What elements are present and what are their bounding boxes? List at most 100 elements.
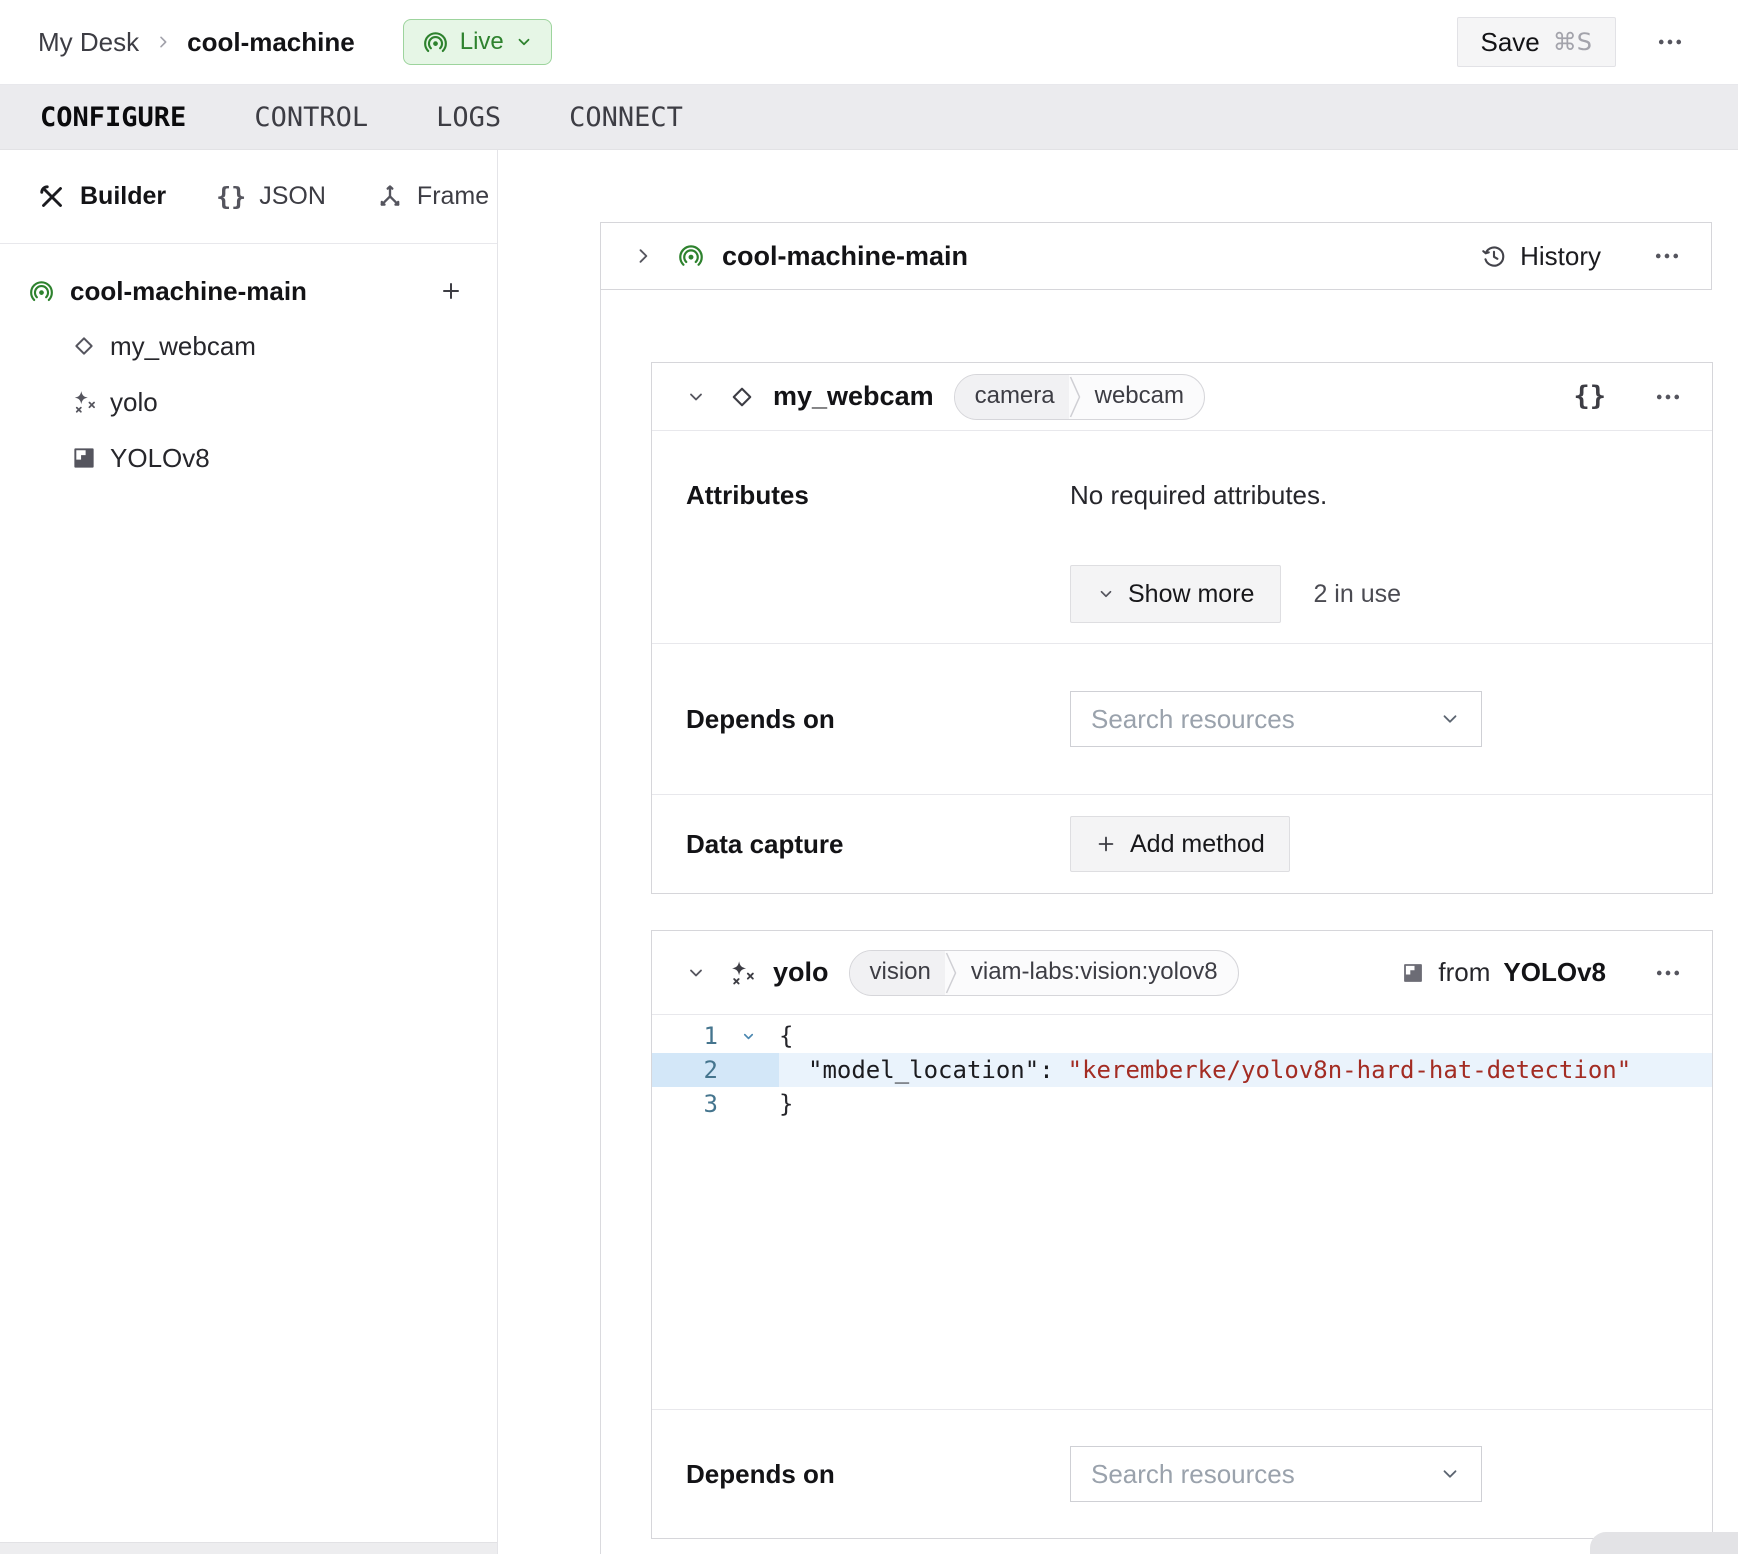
header-menu-button[interactable] [1652, 24, 1688, 60]
part-title: cool-machine-main [722, 241, 968, 272]
fold-toggle-icon[interactable] [718, 1029, 779, 1044]
config-main-panel: cool-machine-main History [498, 150, 1738, 1554]
save-button[interactable]: Save ⌘S [1457, 17, 1617, 67]
select-placeholder: Search resources [1091, 1459, 1295, 1490]
add-resource-button[interactable] [435, 275, 467, 307]
data-capture-label: Data capture [686, 828, 1070, 860]
view-tab-builder[interactable]: Builder [37, 182, 166, 212]
from-module-name: YOLOv8 [1503, 957, 1606, 988]
json-key: "model_location": [808, 1056, 1054, 1084]
ellipsis-icon [1653, 242, 1681, 270]
depends-on-section: Depends on Search resources [652, 1409, 1712, 1538]
chevron-down-icon [1439, 708, 1461, 730]
history-label: History [1520, 241, 1601, 272]
chevron-down-icon [1097, 585, 1115, 603]
data-capture-section: Data capture Add method [652, 794, 1712, 893]
breadcrumb-location-link[interactable]: My Desk [38, 27, 139, 58]
view-tab-label: Builder [80, 182, 166, 211]
machine-name: cool-machine [187, 27, 355, 58]
tree-item-label: YOLOv8 [110, 443, 210, 474]
history-button[interactable]: History [1480, 241, 1601, 272]
tab-connect[interactable]: CONNECT [569, 98, 683, 137]
view-tab-json[interactable]: {} JSON [216, 182, 326, 211]
viam-configure-page: My Desk cool-machine Live Save ⌘S [0, 0, 1738, 1554]
code-line-2-active: 2 "model_location":"keremberke/yolov8n-h… [652, 1053, 1712, 1087]
tree-item-label: my_webcam [110, 331, 256, 362]
depends-on-select[interactable]: Search resources [1070, 1446, 1482, 1502]
resource-type-tag: camera [955, 375, 1069, 419]
resource-name: yolo [773, 957, 829, 988]
tab-control[interactable]: CONTROL [254, 98, 368, 137]
config-view-switcher: Builder {} JSON Frame [0, 150, 497, 244]
add-method-button[interactable]: Add method [1070, 816, 1290, 872]
part-collapse-toggle[interactable] [633, 246, 653, 266]
line-number: 2 [652, 1056, 718, 1084]
card-collapse-toggle[interactable] [686, 963, 706, 983]
code-line-3: 3 } [652, 1087, 1712, 1121]
tree-item-my-webcam[interactable]: my_webcam [0, 318, 497, 374]
tab-configure[interactable]: CONFIGURE [40, 98, 186, 137]
chevron-down-icon [686, 387, 706, 407]
depends-on-select[interactable]: Search resources [1070, 691, 1482, 747]
attributes-usage-count: 2 in use [1313, 580, 1401, 609]
chevron-down-icon [515, 33, 533, 51]
machine-status-badge[interactable]: Live [403, 19, 552, 65]
module-icon [1401, 961, 1425, 985]
module-icon [71, 445, 97, 471]
chevron-right-icon [633, 246, 653, 266]
sidebar-bottom-scrollbar[interactable] [0, 1542, 497, 1554]
braces-icon: {} [216, 182, 246, 211]
sparkles-icon [728, 959, 756, 987]
tab-logs[interactable]: LOGS [436, 98, 501, 137]
live-broadcast-icon [28, 278, 55, 305]
depends-on-label: Depends on [686, 703, 1070, 735]
part-header-card: cool-machine-main History [600, 222, 1712, 290]
resource-model-tag: viam-labs:vision:yolov8 [957, 951, 1238, 995]
attributes-json-editor[interactable]: 1 { 2 "model_lo [652, 1015, 1712, 1409]
resource-type-pill: vision viam-labs:vision:yolov8 [849, 950, 1239, 996]
attributes-empty-text: No required attributes. [1070, 479, 1401, 511]
resource-card-my-webcam: my_webcam camera webcam {} [651, 362, 1713, 894]
component-diamond-icon [71, 333, 97, 359]
resource-name: my_webcam [773, 381, 934, 412]
live-broadcast-icon [677, 242, 705, 270]
history-icon [1480, 242, 1508, 270]
save-shortcut: ⌘S [1553, 28, 1592, 56]
resource-model-tag: webcam [1081, 375, 1204, 419]
app-header: My Desk cool-machine Live Save ⌘S [0, 0, 1738, 85]
card-collapse-toggle[interactable] [686, 387, 706, 407]
breadcrumb: My Desk cool-machine [38, 27, 355, 58]
live-badge-label: Live [460, 28, 504, 56]
tree-item-yolov8-module[interactable]: YOLOv8 [0, 430, 497, 486]
tree-item-part-main[interactable]: cool-machine-main [0, 264, 497, 318]
plus-icon [1095, 833, 1117, 855]
breadcrumb-chevron-icon [155, 34, 171, 50]
corner-widget [1590, 1532, 1738, 1554]
json-mode-button[interactable]: {} [1573, 381, 1606, 412]
depends-on-label: Depends on [686, 1458, 1070, 1490]
resource-tree: cool-machine-main my_webcam [0, 244, 497, 486]
tree-item-yolo[interactable]: yolo [0, 374, 497, 430]
chevron-down-icon [686, 963, 706, 983]
frame-axes-icon [376, 183, 404, 211]
show-more-button[interactable]: Show more [1070, 565, 1281, 623]
plus-icon [439, 279, 463, 303]
tools-icon [37, 182, 67, 212]
attributes-section: Attributes No required attributes. Show … [652, 431, 1712, 643]
code-text: } [779, 1090, 793, 1118]
tree-item-label: yolo [110, 387, 158, 418]
from-module-indicator: from YOLOv8 [1401, 957, 1606, 988]
config-sidebar: Builder {} JSON Frame [0, 150, 498, 1554]
depends-on-section: Depends on Search resources [652, 643, 1712, 794]
header-actions: Save ⌘S [1457, 17, 1689, 67]
attributes-label: Attributes [686, 479, 1070, 623]
tag-separator-icon [945, 951, 957, 995]
resource-menu-button[interactable] [1650, 955, 1686, 991]
part-menu-button[interactable] [1649, 238, 1685, 274]
view-tab-frame[interactable]: Frame [376, 182, 489, 211]
code-text: "model_location":"keremberke/yolov8n-har… [779, 1056, 1631, 1084]
resource-menu-button[interactable] [1650, 379, 1686, 415]
resource-type-pill: camera webcam [954, 374, 1205, 420]
add-method-label: Add method [1130, 830, 1265, 859]
code-line-1: 1 { [652, 1019, 1712, 1053]
